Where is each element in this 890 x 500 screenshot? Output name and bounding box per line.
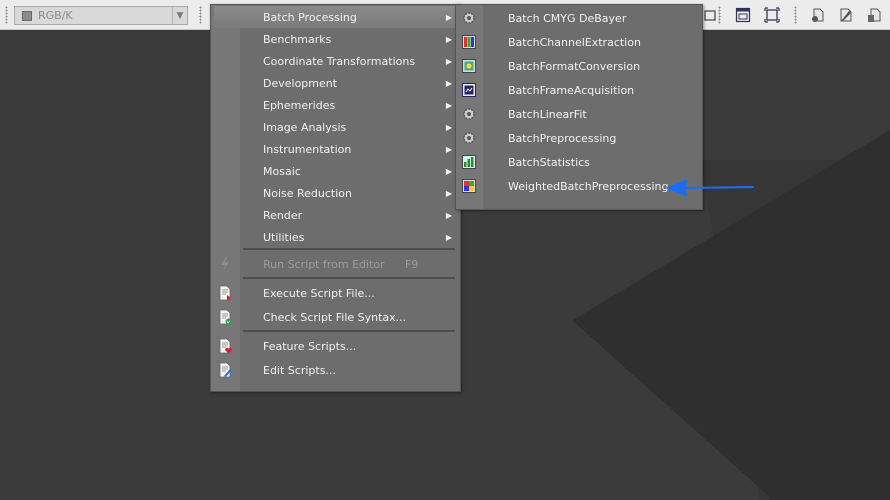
submenu-item-batch-format-conversion[interactable]: BatchFormatConversion: [456, 54, 702, 78]
submenu-item-label: WeightedBatchPreprocessing: [508, 179, 669, 193]
chevron-down-icon[interactable]: ▼: [172, 7, 187, 24]
menu-item-label: Development: [263, 76, 338, 90]
script-execute-icon: [219, 285, 231, 301]
menu-item-label: Noise Reduction: [263, 186, 352, 200]
submenu-item-batch-statistics[interactable]: BatchStatistics: [456, 150, 702, 174]
submenu-item-label: BatchFrameAcquisition: [508, 83, 635, 97]
menu-item-label: Execute Script File...: [263, 286, 375, 300]
channels-icon: [462, 35, 476, 49]
weighted-icon: [462, 179, 476, 193]
menu-item-instrumentation[interactable]: Instrumentation ▶: [211, 138, 460, 160]
script-edit-icon: [219, 362, 232, 378]
script-menu: Batch Processing ▶ Benchmarks ▶ Coordina…: [210, 4, 461, 392]
toolbar-grip[interactable]: [718, 6, 721, 24]
toolbar-grip[interactable]: [199, 6, 202, 24]
acquisition-icon: [462, 83, 476, 97]
lightning-icon: [221, 257, 229, 271]
gear-icon: [463, 12, 475, 24]
menu-item-label: Batch Processing: [263, 10, 357, 24]
color-mode-value: RGB/K: [38, 9, 73, 22]
menu-item-coordinate-transformations[interactable]: Coordinate Transformations ▶: [211, 50, 460, 72]
submenu-item-label: BatchChannelExtraction: [508, 35, 641, 49]
menu-item-mosaic[interactable]: Mosaic ▶: [211, 160, 460, 182]
menu-item-development[interactable]: Development ▶: [211, 72, 460, 94]
menu-item-label: Edit Scripts...: [263, 363, 336, 377]
gear-icon: [463, 132, 475, 144]
fit-view-icon[interactable]: [764, 7, 780, 23]
statistics-icon: [462, 155, 476, 169]
menu-item-label: Image Analysis: [263, 120, 347, 134]
menu-item-batch-processing[interactable]: Batch Processing ▶: [214, 6, 458, 28]
menu-separator: [243, 248, 455, 250]
menu-item-label: Run Script from Editor: [263, 257, 385, 271]
color-swatch-icon: [22, 10, 32, 21]
menu-item-image-analysis[interactable]: Image Analysis ▶: [211, 116, 460, 138]
menu-item-label: Render: [263, 208, 303, 222]
menu-item-label: Feature Scripts...: [263, 339, 357, 353]
script-new-icon[interactable]: [810, 7, 826, 23]
menu-item-label: Benchmarks: [263, 32, 332, 46]
submenu-item-batch-frame-acquisition[interactable]: BatchFrameAcquisition: [456, 78, 702, 102]
toolbar-grip[interactable]: [5, 6, 8, 24]
submenu-item-label: BatchLinearFit: [508, 107, 587, 121]
submenu-arrow-icon: ▶: [445, 34, 452, 44]
gear-icon: [463, 108, 475, 120]
submenu-arrow-icon: ▶: [445, 166, 452, 176]
submenu-item-batch-channel-extraction[interactable]: BatchChannelExtraction: [456, 30, 702, 54]
menu-item-label: Ephemerides: [263, 98, 336, 112]
submenu-item-label: BatchFormatConversion: [508, 59, 641, 73]
toolbar-grip[interactable]: [794, 6, 797, 24]
submenu-arrow-icon: ▶: [445, 210, 452, 220]
format-icon: [462, 59, 476, 73]
submenu-arrow-icon: ▶: [445, 232, 452, 242]
menu-separator: [243, 277, 455, 279]
menu-item-label: Utilities: [263, 230, 305, 244]
menu-item-utilities[interactable]: Utilities ▶: [211, 226, 460, 248]
menu-item-edit-scripts[interactable]: Edit Scripts...: [211, 359, 460, 381]
menu-item-label: Check Script File Syntax...: [263, 310, 407, 324]
menu-separator: [243, 330, 455, 332]
menu-item-noise-reduction[interactable]: Noise Reduction ▶: [211, 182, 460, 204]
submenu-arrow-icon: ▶: [445, 144, 452, 154]
submenu-item-label: Batch CMYG DeBayer: [508, 11, 627, 25]
script-edit-icon[interactable]: [838, 7, 854, 23]
menu-item-label: Mosaic: [263, 164, 301, 178]
menu-item-run-script: Run Script from Editor F9: [211, 253, 460, 275]
submenu-item-batch-preprocessing[interactable]: BatchPreprocessing: [456, 126, 702, 150]
menu-item-render[interactable]: Render ▶: [211, 204, 460, 226]
submenu-item-label: BatchStatistics: [508, 155, 590, 169]
submenu-arrow-icon: ▶: [445, 122, 452, 132]
submenu-arrow-icon: ▶: [445, 100, 452, 110]
annotation-arrow-icon: [665, 179, 755, 197]
frame-icon[interactable]: [735, 7, 751, 23]
submenu-arrow-icon: ▶: [445, 12, 452, 22]
menu-item-ephemerides[interactable]: Ephemerides ▶: [211, 94, 460, 116]
duplicate-icon[interactable]: [866, 7, 882, 23]
menu-item-label: Coordinate Transformations: [263, 54, 416, 68]
submenu-arrow-icon: ▶: [445, 56, 452, 66]
color-mode-select[interactable]: RGB/K ▼: [14, 6, 188, 25]
submenu-item-batch-cmyg-debayer[interactable]: Batch CMYG DeBayer: [456, 6, 702, 30]
menu-item-benchmarks[interactable]: Benchmarks ▶: [211, 28, 460, 50]
script-check-icon: [219, 309, 232, 325]
shortcut-label: F9: [405, 257, 419, 271]
menu-item-execute-script[interactable]: Execute Script File...: [211, 282, 460, 304]
menu-item-check-syntax[interactable]: Check Script File Syntax...: [211, 306, 460, 328]
menu-item-feature-scripts[interactable]: Feature Scripts...: [211, 335, 460, 357]
submenu-arrow-icon: ▶: [445, 78, 452, 88]
submenu-item-batch-linear-fit[interactable]: BatchLinearFit: [456, 102, 702, 126]
submenu-item-label: BatchPreprocessing: [508, 131, 617, 145]
script-feature-icon: [219, 338, 232, 354]
submenu-arrow-icon: ▶: [445, 188, 452, 198]
window-icon[interactable]: [702, 7, 718, 23]
menu-item-label: Instrumentation: [263, 142, 352, 156]
